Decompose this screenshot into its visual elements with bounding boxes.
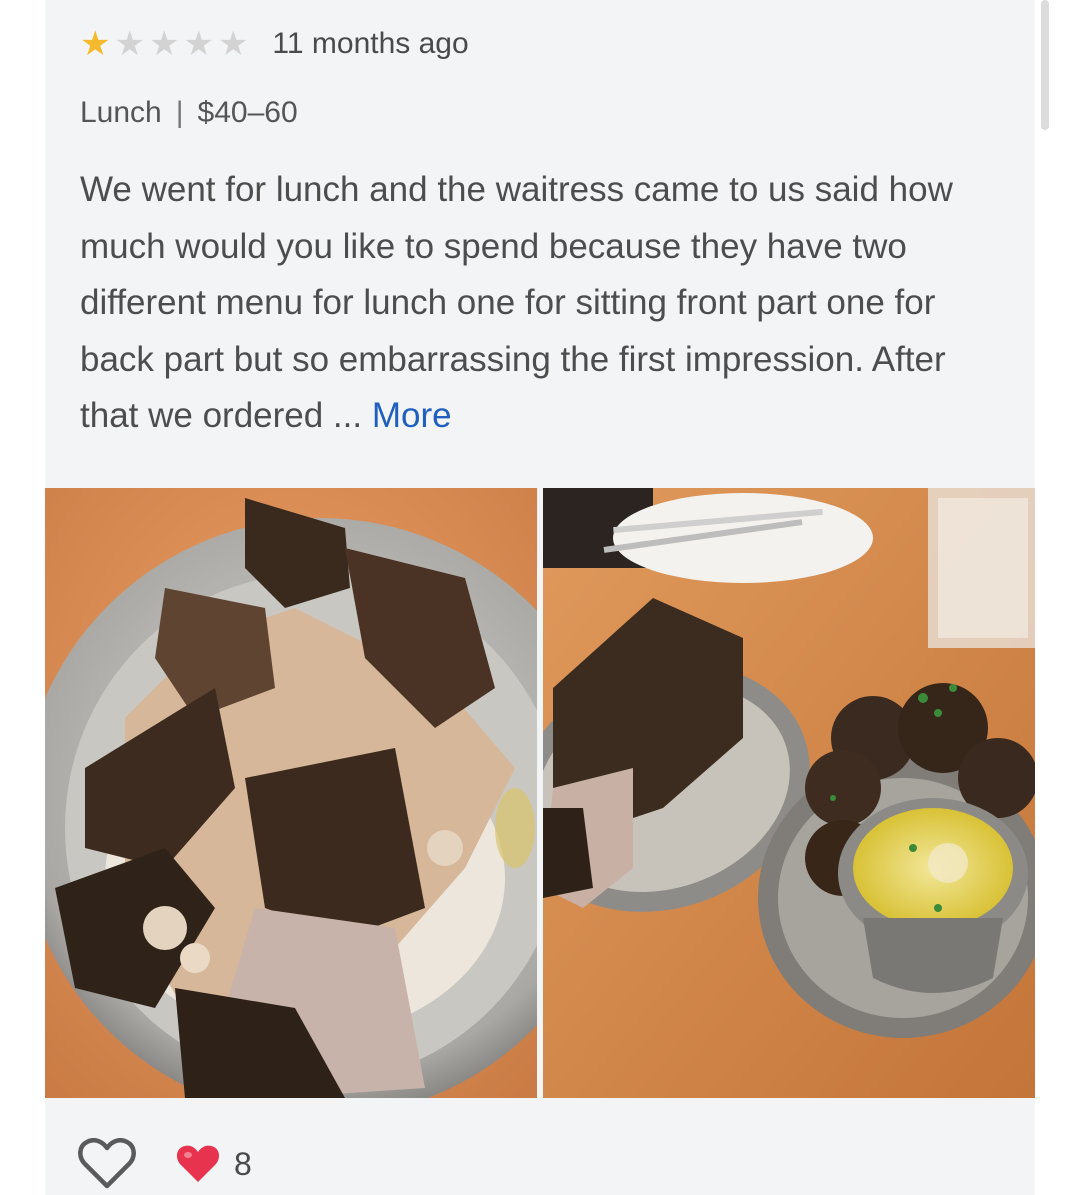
more-link[interactable]: More xyxy=(372,396,452,435)
review-photo-1[interactable] xyxy=(45,488,537,1098)
star-rating: ★ ★ ★ ★ ★ xyxy=(80,26,248,62)
review-time: 11 months ago xyxy=(272,27,469,60)
review-text: We went for lunch and the waitress came … xyxy=(80,162,1010,445)
star-empty-icon: ★ xyxy=(114,25,145,63)
photo-grilled-chicken-plate xyxy=(45,488,537,1098)
reaction-summary[interactable]: 8 xyxy=(176,1144,252,1184)
star-filled-icon: ★ xyxy=(80,25,111,63)
reaction-count: 8 xyxy=(234,1145,252,1182)
red-heart-icon xyxy=(176,1145,220,1182)
like-button[interactable] xyxy=(78,1138,136,1190)
star-empty-icon: ★ xyxy=(148,25,180,63)
photo-chicken-and-falafel-with-sauce xyxy=(543,488,1035,1098)
heart-outline-icon xyxy=(78,1138,136,1189)
review-actions: 8 xyxy=(78,1138,252,1190)
scrollbar[interactable] xyxy=(1041,0,1049,130)
review-meta: Lunch | $40–60 xyxy=(80,96,298,130)
rating-row: ★ ★ ★ ★ ★ 11 months ago xyxy=(80,24,469,64)
star-empty-icon: ★ xyxy=(183,25,214,63)
review-body: We went for lunch and the waitress came … xyxy=(80,170,953,435)
star-empty-icon: ★ xyxy=(217,25,249,63)
price-range: $40–60 xyxy=(197,96,298,129)
meal-type: Lunch xyxy=(80,96,162,129)
meta-separator: | xyxy=(175,96,184,129)
review-photo-2[interactable] xyxy=(543,488,1035,1098)
